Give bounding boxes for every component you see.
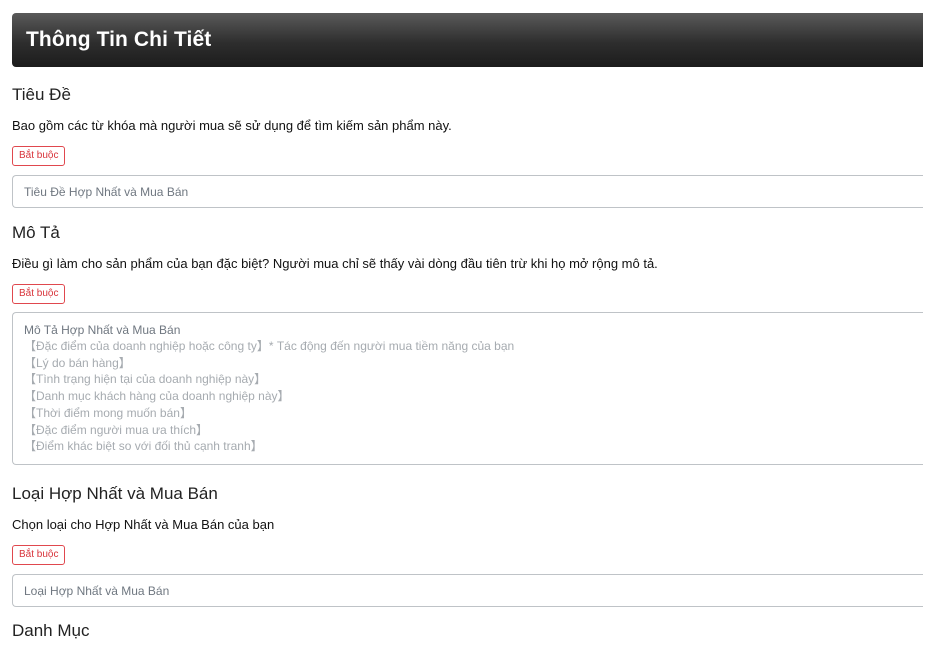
required-badge: Bắt buộc — [12, 545, 66, 565]
top-strip — [0, 0, 936, 10]
textarea-placeholder-line: 【Thời điểm mong muốn bán】 — [24, 405, 192, 420]
description-section: Mô Tả Điều gì làm cho sản phẩm của bạn đ… — [12, 223, 923, 465]
textarea-placeholder-line: 【Đặc điểm của doanh nghiệp hoặc công ty】… — [24, 339, 515, 353]
title-section: Tiêu Đề Bao gồm các từ khóa mà người mua… — [12, 85, 923, 208]
title-section-heading: Tiêu Đề — [12, 85, 71, 104]
required-badge: Bắt buộc — [12, 284, 66, 304]
textarea-placeholder-line: 【Danh mục khách hàng của doanh nghiệp nà… — [24, 389, 290, 404]
details-header: Thông Tin Chi Tiết — [12, 13, 923, 67]
type-select-input[interactable] — [12, 574, 923, 607]
type-section-heading: Loại Hợp Nhất và Mua Bán — [12, 484, 218, 503]
title-input[interactable] — [12, 175, 923, 208]
textarea-placeholder-title: Mô Tả Hợp Nhất và Mua Bán — [24, 323, 181, 337]
description-textarea[interactable]: Mô Tả Hợp Nhất và Mua Bán 【Đặc điểm của … — [12, 312, 923, 465]
textarea-placeholder-line: 【Tình trạng hiện tại của doanh nghiệp nà… — [24, 372, 267, 387]
page-title: Thông Tin Chi Tiết — [26, 28, 212, 51]
description-section-description: Điều gì làm cho sản phẩm của bạn đặc biệ… — [12, 256, 658, 271]
category-section-heading: Danh Mục — [12, 621, 90, 640]
description-section-heading: Mô Tả — [12, 223, 60, 242]
textarea-placeholder-line: 【Lý do bán hàng】 — [24, 355, 131, 370]
textarea-placeholder-line: 【Điểm khác biệt so với đối thủ cạnh tran… — [24, 439, 263, 454]
type-section: Loại Hợp Nhất và Mua Bán Chọn loại cho H… — [12, 484, 923, 607]
type-section-description: Chọn loại cho Hợp Nhất và Mua Bán của bạ… — [12, 517, 275, 532]
textarea-placeholder-line: 【Đặc điểm người mua ưa thích】 — [24, 422, 209, 437]
required-badge: Bắt buộc — [12, 146, 66, 166]
category-section: Danh Mục — [12, 621, 923, 641]
title-section-description: Bao gồm các từ khóa mà người mua sẽ sử d… — [12, 118, 452, 133]
